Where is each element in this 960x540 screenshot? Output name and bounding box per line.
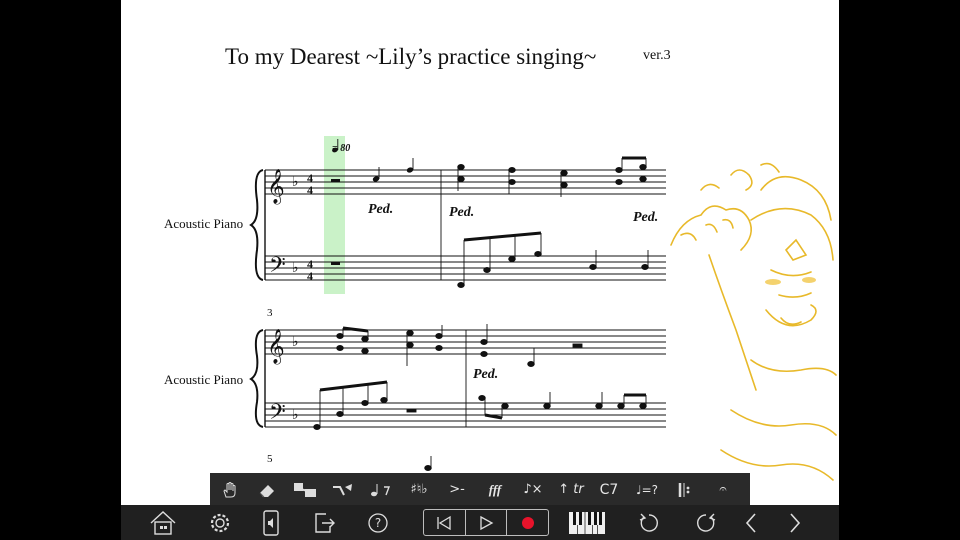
brace-1: [249, 169, 264, 281]
treble-clef-1: 𝄞: [267, 169, 285, 205]
previous-page-icon[interactable]: [735, 507, 767, 539]
flat-treble-2: ♭: [292, 334, 299, 350]
note-rest-icon[interactable]: [362, 473, 400, 506]
bass-clef-1: 𝄢: [269, 253, 286, 283]
instrument-label-1: Acoustic Piano: [164, 216, 244, 231]
record-icon[interactable]: [507, 510, 548, 535]
accidentals-icon[interactable]: ♯♮♭: [400, 473, 438, 506]
more-icon[interactable]: 𝄐: [704, 473, 742, 506]
pedal-mark: Ped.: [473, 367, 499, 382]
select-notes-icon[interactable]: [286, 473, 324, 506]
pedal-mark: Ped.: [368, 202, 394, 217]
play-icon[interactable]: [466, 510, 508, 535]
eraser-icon[interactable]: [248, 473, 286, 506]
chord: [457, 156, 647, 197]
flat-bass-1: ♭: [292, 260, 299, 276]
piano-keyboard-icon[interactable]: [567, 507, 607, 539]
flat-treble-1: ♭: [292, 174, 299, 190]
export-icon[interactable]: [309, 507, 341, 539]
whole-rest: [331, 262, 340, 265]
skip-to-start-icon[interactable]: [424, 510, 466, 535]
bottom-navigation-bar: ?: [121, 505, 839, 540]
tempo-icon[interactable]: ♩ =?: [628, 473, 666, 506]
flat-bass-2: ♭: [292, 407, 299, 423]
bass-clef-2: 𝄢: [269, 400, 286, 430]
tempo-marking: = 80: [332, 143, 351, 154]
undo-icon[interactable]: [633, 507, 665, 539]
measure-number-3: 3: [267, 307, 273, 319]
half-rest: [331, 179, 340, 182]
redo-icon[interactable]: [690, 507, 722, 539]
instrument-label-2: Acoustic Piano: [164, 372, 244, 387]
system-3-partial: [424, 456, 432, 471]
playhead: [324, 136, 345, 294]
pedal-mark: Ped.: [633, 210, 659, 225]
bass-eighths: [457, 231, 649, 288]
ornament-icon[interactable]: ↑ tr: [552, 473, 590, 506]
score-sheet[interactable]: To my Dearest ~Lily’s practice singing~ …: [121, 0, 839, 540]
articulation-icon[interactable]: >-: [438, 473, 476, 506]
repeat-barline-icon[interactable]: [666, 473, 704, 506]
home-icon[interactable]: [147, 507, 179, 539]
next-page-icon[interactable]: [779, 507, 811, 539]
chord-symbol-icon[interactable]: C7: [590, 473, 628, 506]
notation-toolbar: ♯♮♭ >- fff ♪× ↑ tr C7 ♩ =? 𝄐: [210, 473, 750, 506]
system-2: [249, 329, 666, 428]
dynamics-icon[interactable]: fff: [476, 473, 514, 506]
measure-number-5: 5: [267, 453, 273, 465]
transport-controls: [423, 509, 549, 536]
system-1: [249, 169, 666, 281]
pedal-mark: Ped.: [449, 205, 475, 220]
help-icon[interactable]: ?: [362, 507, 394, 539]
brace-2: [249, 329, 264, 428]
note-delete-icon[interactable]: ♪×: [514, 473, 552, 506]
device-sound-icon[interactable]: [255, 507, 287, 539]
treble-clef-2: 𝄞: [267, 329, 285, 365]
time-sig-treble-b: 4: [307, 183, 313, 197]
svg-text:?: ?: [375, 516, 381, 530]
anime-girl-doodle: [670, 162, 837, 481]
tie-slur-icon[interactable]: [324, 473, 362, 506]
settings-gear-icon[interactable]: [204, 507, 236, 539]
time-sig-bass-b: 4: [307, 269, 313, 283]
hand-tool-icon[interactable]: [210, 473, 248, 506]
